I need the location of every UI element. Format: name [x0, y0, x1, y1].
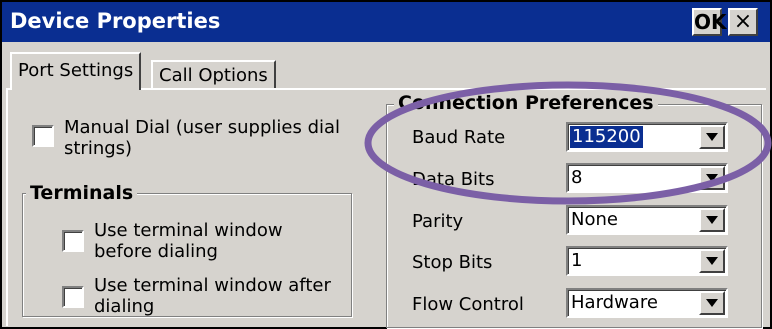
tab-port-settings[interactable]: Port Settings [10, 52, 142, 90]
tab-call-options[interactable]: Call Options [151, 60, 276, 90]
parity-value: None [571, 209, 618, 230]
terminal-before-label-line1: Use terminal window [94, 220, 283, 241]
terminal-before-checkbox[interactable] [62, 230, 84, 252]
manual-dial-checkbox[interactable] [32, 125, 54, 147]
window-title: Device Properties [10, 9, 221, 33]
device-properties-window: Device Properties OK × Port Settings Cal… [0, 0, 772, 329]
stop-bits-select[interactable]: 1 [566, 246, 728, 276]
parity-select[interactable]: None [566, 205, 728, 235]
parity-label: Parity [412, 211, 464, 232]
terminal-after-label-line2: dialing [94, 296, 155, 317]
manual-dial-label-line2: strings) [64, 138, 133, 159]
chevron-down-icon[interactable] [699, 208, 725, 232]
manual-dial-label-line1: Manual Dial (user supplies dial [64, 117, 341, 138]
flow-control-select[interactable]: Hardware [566, 288, 728, 318]
highlight-oval [364, 81, 772, 205]
flow-control-label: Flow Control [412, 294, 524, 315]
title-bar: Device Properties OK × [2, 2, 770, 42]
close-button[interactable]: × [728, 8, 758, 36]
terminals-group-title: Terminals [26, 182, 138, 204]
flow-control-value: Hardware [571, 292, 658, 313]
terminal-before-label-line2: before dialing [94, 241, 218, 262]
ok-button[interactable]: OK [692, 8, 727, 36]
stop-bits-value: 1 [571, 250, 583, 271]
terminal-after-label-line1: Use terminal window after [94, 275, 331, 296]
chevron-down-icon[interactable] [699, 291, 725, 315]
terminal-after-checkbox[interactable] [62, 286, 84, 308]
chevron-down-icon[interactable] [699, 249, 725, 273]
stop-bits-label: Stop Bits [412, 252, 493, 273]
